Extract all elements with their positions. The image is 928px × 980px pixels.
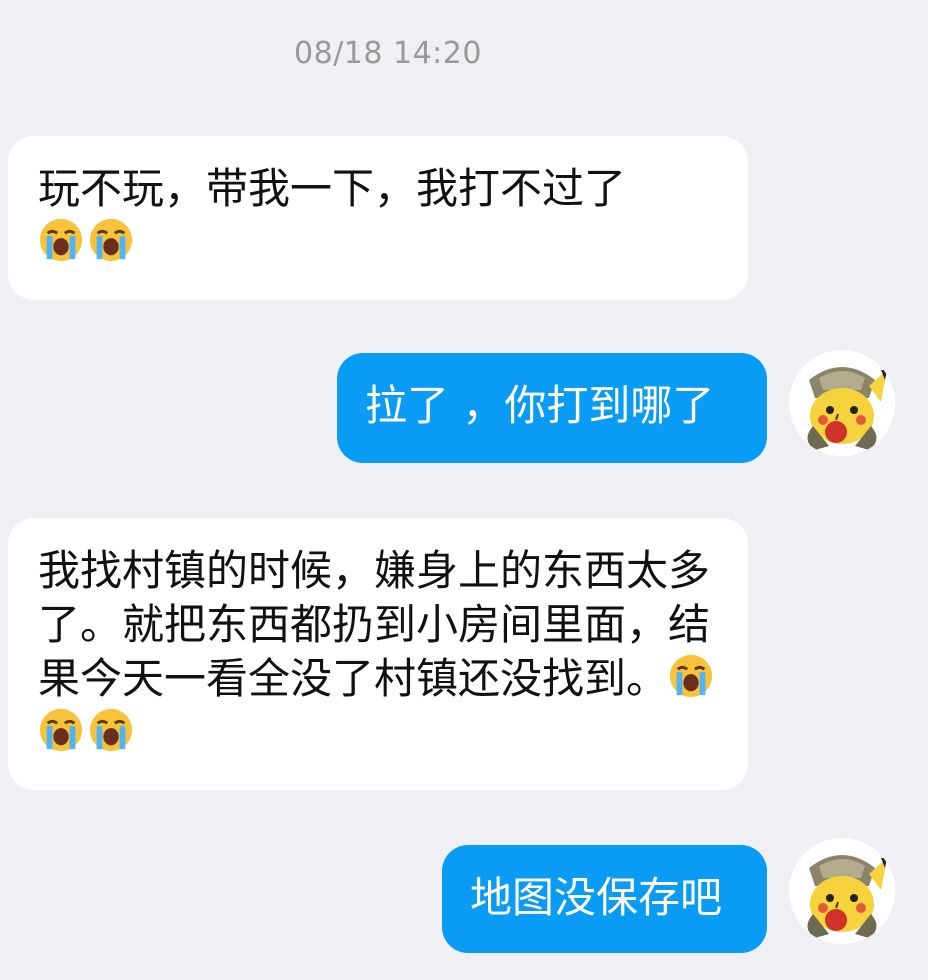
message-text: 地图没保存吧: [470, 873, 723, 922]
avatar[interactable]: [789, 838, 895, 944]
loudly-crying-face-icon: [39, 218, 83, 262]
avatar[interactable]: [789, 350, 895, 456]
loudly-crying-face-icon: [669, 654, 713, 698]
loudly-crying-face-icon: [39, 708, 83, 752]
pikachu-avatar-icon: [789, 838, 895, 944]
chat-timestamp: 08/18 14:20: [294, 36, 482, 71]
message-bubble-received[interactable]: 玩不玩，带我一下，我打不过了: [8, 136, 748, 300]
message-bubble-received[interactable]: 我找村镇的时候，嫌身上的东西太多了。就把东西都扔到小房间里面，结果今天一看全没了…: [8, 518, 748, 790]
loudly-crying-face-icon: [89, 218, 133, 262]
message-bubble-sent[interactable]: 地图没保存吧: [442, 845, 767, 953]
loudly-crying-face-icon: [89, 708, 133, 752]
pikachu-avatar-icon: [789, 350, 895, 456]
message-bubble-sent[interactable]: 拉了 ，你打到哪了: [337, 353, 767, 463]
message-text: 拉了 ，你打到哪了: [365, 381, 715, 430]
message-text: 玩不玩，带我一下，我打不过了: [38, 164, 627, 213]
message-text: 我找村镇的时候，嫌身上的东西太多了。就把东西都扔到小房间里面，结果今天一看全没了…: [38, 546, 711, 703]
